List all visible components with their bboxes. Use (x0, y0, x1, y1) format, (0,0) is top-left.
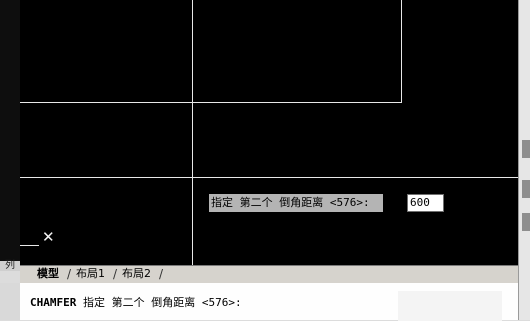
command-prompt: 指定 第二个 倒角距离 <576>: (82, 296, 242, 309)
right-frame-strip (518, 0, 530, 320)
cad-line-vertical-main (192, 0, 193, 265)
layout-tab-bar: 模型 / 布局1 / 布局2 / (20, 265, 518, 283)
cad-line-horizontal-upper (20, 102, 402, 103)
tab-separator: / (159, 267, 164, 281)
command-line-window[interactable]: CHAMFER 指定 第二个 倒角距离 <576>: (20, 283, 518, 321)
right-frame-marker (522, 213, 530, 231)
command-area-margin (0, 283, 20, 320)
left-panel-strip (0, 0, 20, 265)
command-line-text: CHAMFER 指定 第二个 倒角距离 <576>: (30, 296, 242, 310)
left-panel-label: 列 (0, 261, 20, 271)
command-name: CHAMFER (30, 296, 77, 309)
cad-line-short (20, 245, 39, 246)
cad-line-vertical-rect (401, 0, 402, 103)
drawing-canvas[interactable] (20, 0, 518, 265)
dynamic-input-field[interactable] (407, 194, 444, 212)
tab-separator: / (113, 267, 118, 281)
command-scroll-thumb[interactable] (398, 291, 502, 321)
tab-layout1[interactable]: 布局1 (76, 266, 105, 282)
tab-model[interactable]: 模型 (37, 266, 59, 282)
right-frame-marker (522, 180, 530, 198)
dynamic-input-prompt: 指定 第二个 倒角距离 <576>: (209, 194, 383, 212)
cad-line-horizontal-lower (20, 177, 518, 178)
cursor-cross-icon: ✕ (42, 228, 55, 246)
right-frame-marker (522, 140, 530, 158)
tab-layout2[interactable]: 布局2 (122, 266, 151, 282)
tab-separator: / (67, 267, 72, 281)
